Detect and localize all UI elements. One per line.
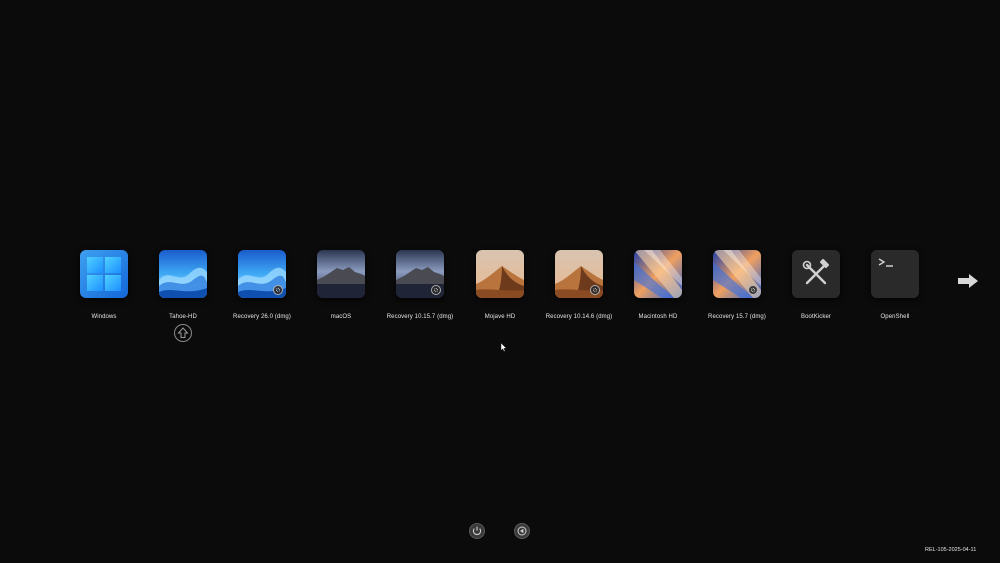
macos-sequoia-wallpaper-icon <box>634 250 682 298</box>
macos-sequoia-wallpaper-icon <box>713 250 761 298</box>
right-arrow-icon[interactable] <box>958 274 978 288</box>
boot-entry-label: Tahoe-HD <box>169 314 197 320</box>
power-icon <box>472 526 482 536</box>
terminal-icon <box>871 250 919 298</box>
boot-entry-windows[interactable]: Windows <box>64 250 144 320</box>
boot-entry-bootkicker[interactable]: BootKicker <box>776 250 856 320</box>
boot-entry-label: OpenShell <box>880 314 910 320</box>
version-label: REL-105-2025-04-11 <box>925 547 977 553</box>
macos-tahoe-wallpaper-icon <box>159 250 207 298</box>
boot-entry-recovery-10-14-6[interactable]: Recovery 10.14.6 (dmg) <box>539 250 619 320</box>
boot-entry-macos[interactable]: macOS <box>301 250 381 320</box>
shutdown-button[interactable] <box>469 523 485 539</box>
boot-entry-tahoe-hd[interactable]: Tahoe-HD <box>143 250 223 320</box>
boot-entry-label: Recovery 10.15.7 (dmg) <box>386 314 454 320</box>
recovery-badge-icon <box>273 285 283 295</box>
boot-entry-recovery-10-15-7[interactable]: Recovery 10.15.7 (dmg) <box>380 250 460 320</box>
restart-icon <box>517 526 527 536</box>
boot-entry-label: Recovery 26.0 (dmg) <box>233 314 291 320</box>
recovery-badge-icon <box>590 285 600 295</box>
boot-entry-macintosh-hd[interactable]: Macintosh HD <box>618 250 698 320</box>
mouse-cursor-icon <box>500 339 507 352</box>
boot-picker-screen: Windows Tahoe-HD Recovery 26.0 (dmg) mac… <box>0 0 1000 563</box>
tools-icon <box>792 250 840 298</box>
boot-entry-mojave-hd[interactable]: Mojave HD <box>460 250 540 320</box>
boot-entry-openshell[interactable]: OpenShell <box>855 250 935 320</box>
boot-entry-recovery-15-7[interactable]: Recovery 15.7 (dmg) <box>697 250 777 320</box>
macos-catalina-wallpaper-icon <box>396 250 444 298</box>
windows-logo-icon <box>80 250 128 298</box>
boot-entry-label: Recovery 10.14.6 (dmg) <box>545 314 613 320</box>
up-arrow-circle-icon <box>174 324 192 342</box>
boot-entry-label: Mojave HD <box>484 314 516 320</box>
recovery-badge-icon <box>431 285 441 295</box>
macos-catalina-wallpaper-icon <box>317 250 365 298</box>
boot-entry-label: Macintosh HD <box>638 314 678 320</box>
macos-tahoe-wallpaper-icon <box>238 250 286 298</box>
boot-entry-recovery-26[interactable]: Recovery 26.0 (dmg) <box>222 250 302 320</box>
macos-mojave-wallpaper-icon <box>555 250 603 298</box>
boot-entry-label: BootKicker <box>800 314 831 320</box>
boot-entry-label: Windows <box>91 314 117 320</box>
boot-entry-label: Recovery 15.7 (dmg) <box>708 314 766 320</box>
macos-mojave-wallpaper-icon <box>476 250 524 298</box>
restart-button[interactable] <box>514 523 530 539</box>
boot-entry-label: macOS <box>330 314 352 320</box>
recovery-badge-icon <box>748 285 758 295</box>
